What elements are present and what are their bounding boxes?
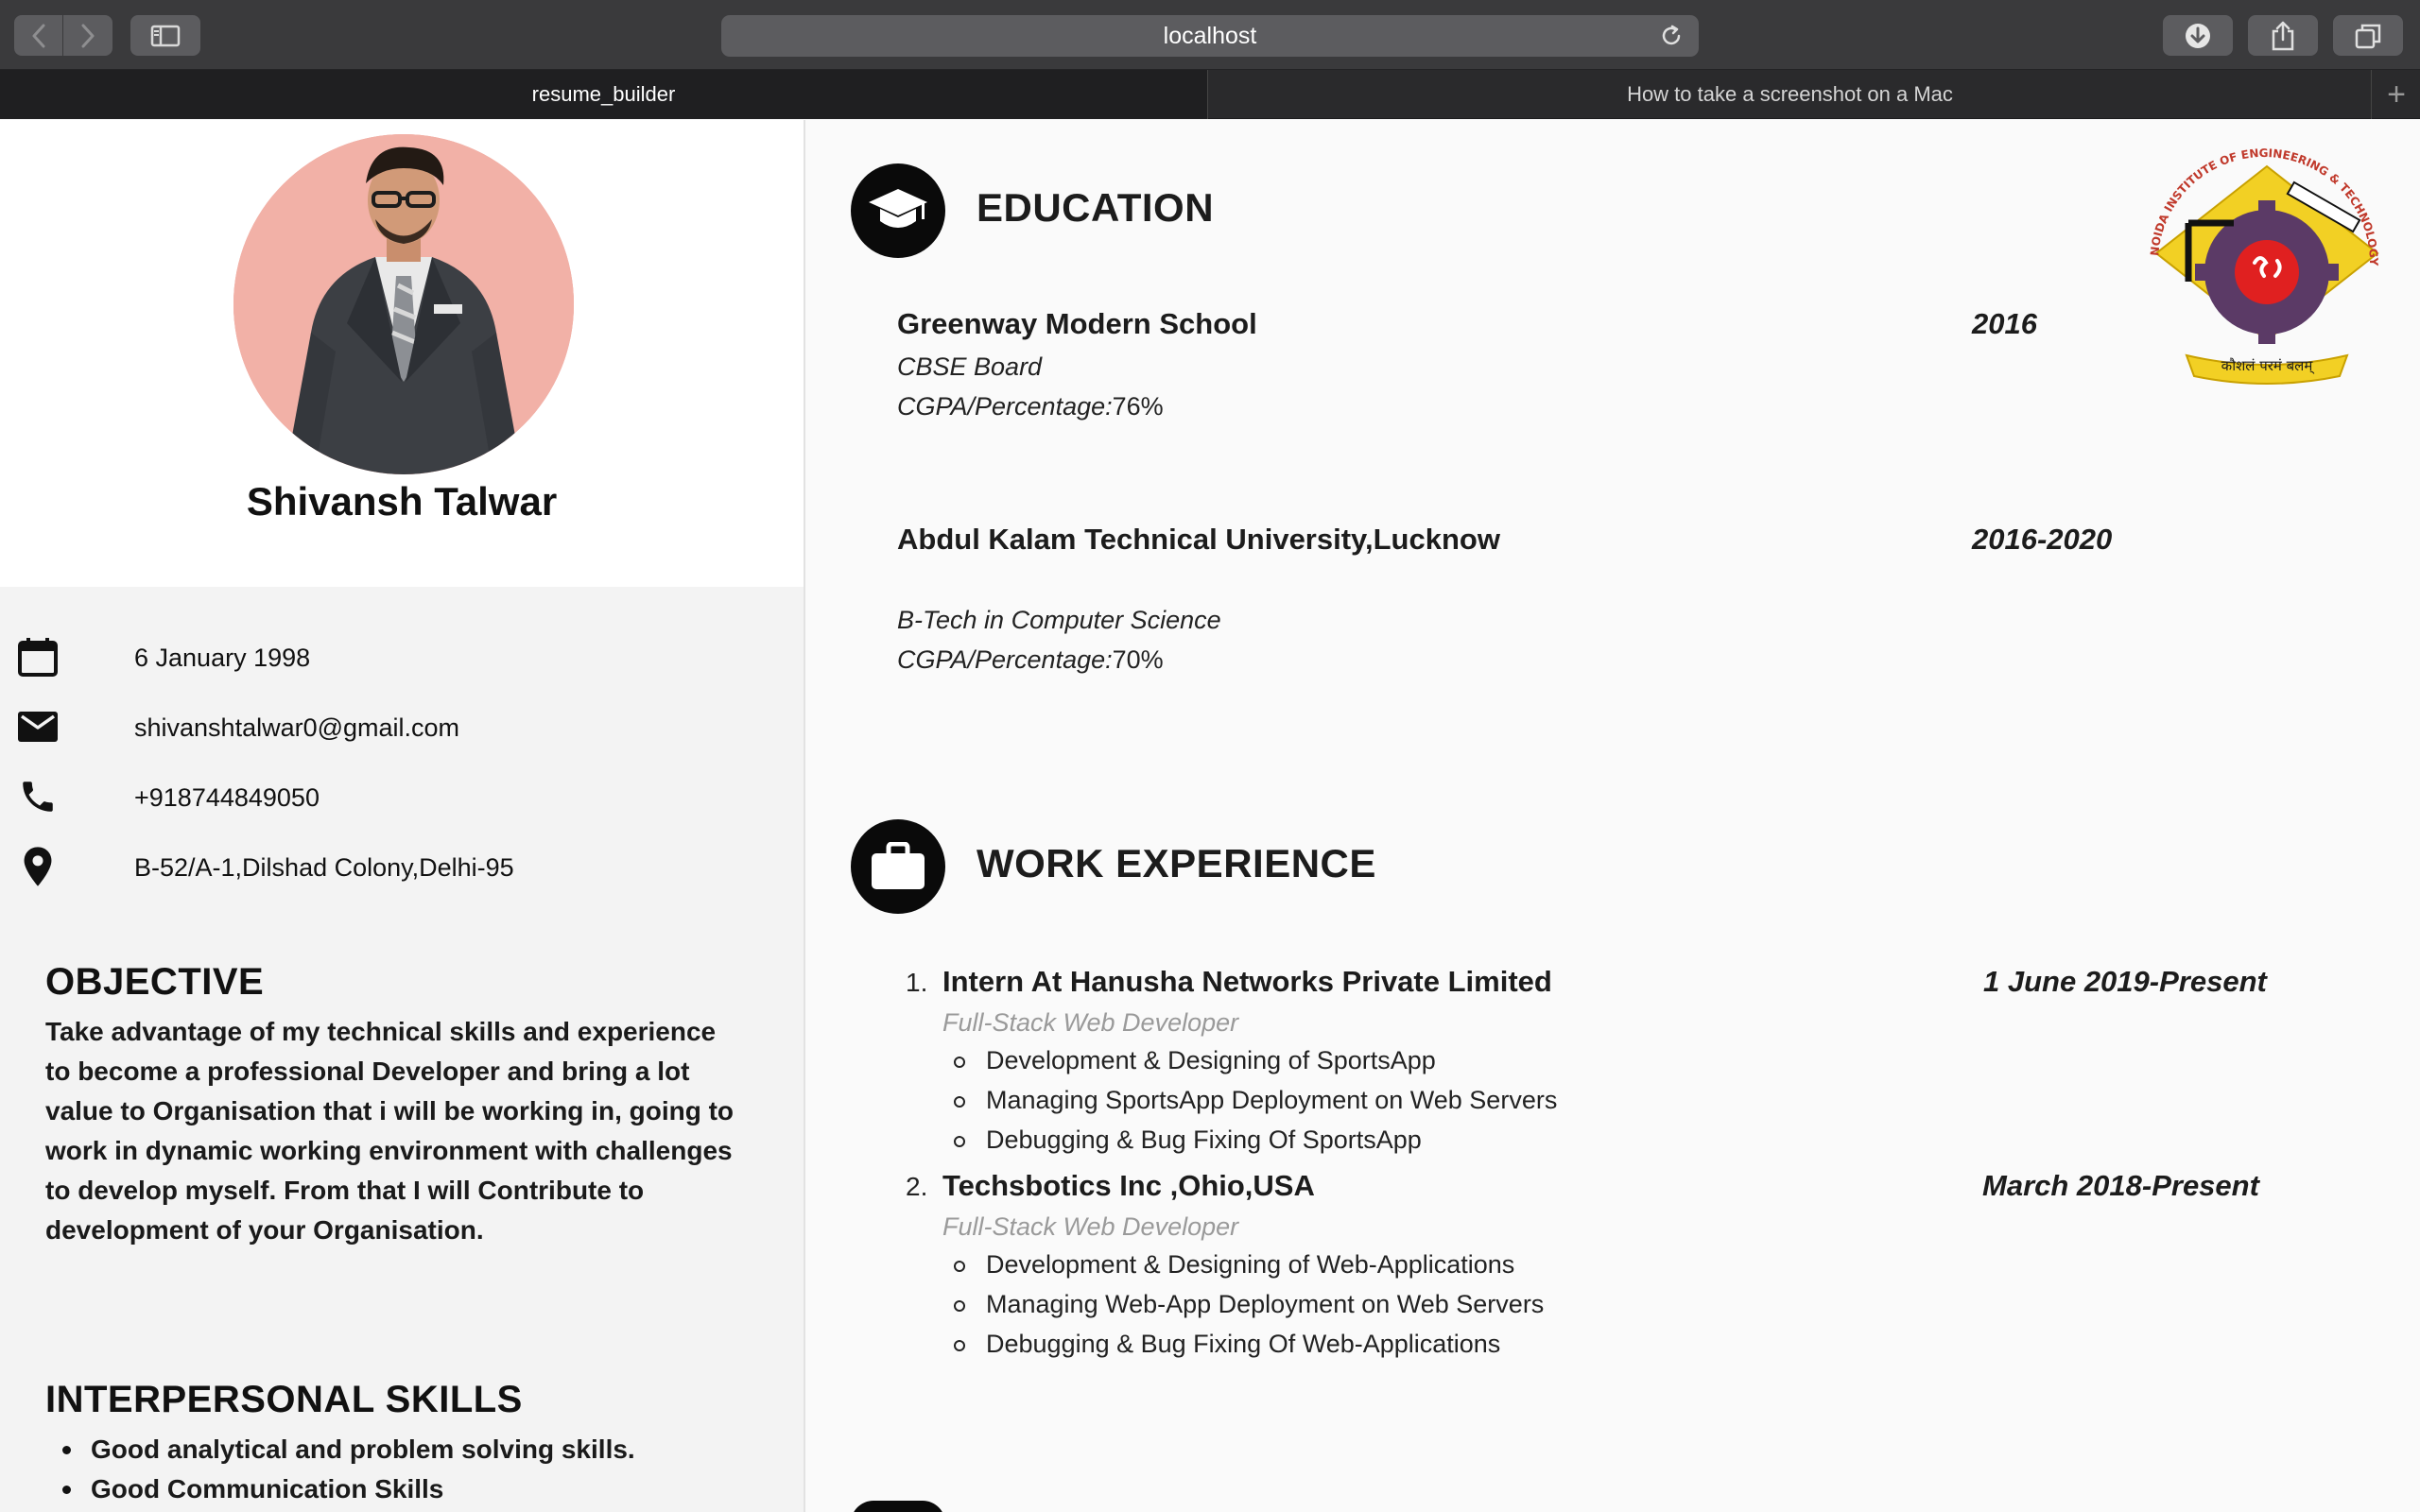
job-task: Debugging & Bug Fixing Of Web-Applicatio… (942, 1324, 1544, 1364)
email-icon (15, 704, 60, 749)
education-heading: EDUCATION (977, 185, 1215, 230)
job-task: Managing SportsApp Deployment on Web Ser… (942, 1080, 1557, 1120)
dob-text: 6 January 1998 (134, 644, 311, 672)
tabs-icon (2355, 24, 2381, 48)
education-cgpa: CGPA/Percentage:70% (897, 645, 1164, 675)
job-task: Debugging & Bug Fixing Of SportsApp (942, 1120, 1557, 1160)
sidebar-toggle-button[interactable] (130, 15, 200, 56)
profile-card: Shivansh Talwar (0, 120, 804, 587)
forward-button[interactable] (63, 15, 112, 56)
logo-motto: कौशलं परमं बलम् (2221, 357, 2315, 374)
contact-email[interactable]: shivanshtalwar0@gmail.com (0, 700, 804, 757)
download-icon (2186, 23, 2210, 48)
education-year: 2016 (1972, 307, 2037, 340)
skills-list: Good analytical and problem solving skil… (45, 1430, 635, 1509)
job-date: March 2018-Present (1982, 1169, 2259, 1202)
education-degree: B-Tech in Computer Science (897, 606, 1221, 634)
section-icon (851, 1501, 945, 1512)
address-text: B-52/A-1,Dilshad Colony,Delhi-95 (134, 853, 514, 882)
location-pin-icon (15, 844, 60, 889)
resume-sidebar: Shivansh Talwar 6 January 1998 shivansht… (0, 120, 805, 1512)
education-board: CBSE Board (897, 352, 1043, 381)
tab-bar: resume_builder How to take a screenshot … (0, 70, 2420, 119)
tab-screenshot-article[interactable]: How to take a screenshot on a Mac (1209, 70, 2372, 119)
new-tab-button[interactable]: + (2373, 70, 2420, 119)
education-institution: Greenway Modern School (897, 307, 1257, 340)
job-title: Techsbotics Inc ,Ohio,USA (942, 1169, 1315, 1202)
skill-item: Good Communication Skills (45, 1469, 635, 1509)
skills-heading: INTERPERSONAL SKILLS (45, 1379, 523, 1420)
tab-label: resume_builder (531, 82, 676, 106)
cgpa-value: 70% (1112, 645, 1164, 674)
education-institution: Abdul Kalam Technical University,Lucknow (897, 523, 1500, 556)
browser-toolbar: localhost (0, 0, 2420, 70)
url-text: localhost (1163, 22, 1257, 49)
profile-name: Shivansh Talwar (246, 479, 558, 524)
cgpa-label: CGPA/Percentage: (897, 392, 1113, 421)
contact-dob: 6 January 1998 (0, 630, 804, 687)
share-icon (2272, 21, 2294, 50)
reload-button[interactable] (1659, 24, 1684, 55)
objective-heading: OBJECTIVE (45, 961, 265, 1003)
job-task-list: Development & Designing of SportsApp Man… (942, 1040, 1557, 1160)
cgpa-label: CGPA/Percentage: (897, 645, 1113, 674)
plus-icon: + (2387, 76, 2406, 112)
job-number: 2. (906, 1172, 928, 1201)
avatar (233, 134, 574, 474)
reload-icon (1662, 25, 1681, 45)
tab-resume-builder[interactable]: resume_builder (0, 70, 1208, 119)
job-task-list: Development & Designing of Web-Applicati… (942, 1245, 1544, 1364)
tab-overview-button[interactable] (2333, 15, 2403, 56)
sidebar-icon (150, 25, 181, 46)
phone-icon (15, 774, 60, 819)
tab-label: How to take a screenshot on a Mac (1627, 82, 1953, 106)
objective-text: Take advantage of my technical skills an… (45, 1017, 735, 1245)
chevron-right-icon (81, 24, 95, 47)
downloads-button[interactable] (2163, 15, 2233, 56)
experience-heading: WORK EXPERIENCE (977, 841, 1376, 885)
chevron-left-icon (32, 24, 44, 47)
graduation-cap-icon (851, 163, 945, 258)
job-task: Development & Designing of Web-Applicati… (942, 1245, 1544, 1284)
education-cgpa: CGPA/Percentage:76% (897, 392, 1164, 421)
skill-item: Good analytical and problem solving skil… (45, 1430, 635, 1469)
job-task: Development & Designing of SportsApp (942, 1040, 1557, 1080)
job-task: Managing Web-App Deployment on Web Serve… (942, 1284, 1544, 1324)
contact-phone[interactable]: +918744849050 (0, 770, 804, 827)
address-bar[interactable]: localhost (721, 15, 1699, 57)
education-year: 2016-2020 (1972, 523, 2113, 556)
briefcase-icon (851, 819, 945, 914)
share-button[interactable] (2248, 15, 2318, 56)
job-number: 1. (906, 968, 928, 997)
phone-text[interactable]: +918744849050 (134, 783, 320, 813)
job-role: Full-Stack Web Developer (942, 1008, 1239, 1037)
job-role: Full-Stack Web Developer (942, 1212, 1239, 1241)
email-text[interactable]: shivanshtalwar0@gmail.com (134, 713, 459, 743)
history-nav (14, 15, 112, 56)
job-date: 1 June 2019-Present (1983, 965, 2267, 998)
college-logo: NOIDA INSTITUTE OF ENGINEERING & TECHNOL… (2130, 130, 2404, 395)
profile-photo (233, 134, 574, 474)
back-button[interactable] (14, 15, 63, 56)
job-title: Intern At Hanusha Networks Private Limit… (942, 965, 1552, 998)
calendar-icon (15, 634, 60, 679)
cgpa-value: 76% (1112, 392, 1164, 421)
contact-address: B-52/A-1,Dilshad Colony,Delhi-95 (0, 840, 804, 897)
